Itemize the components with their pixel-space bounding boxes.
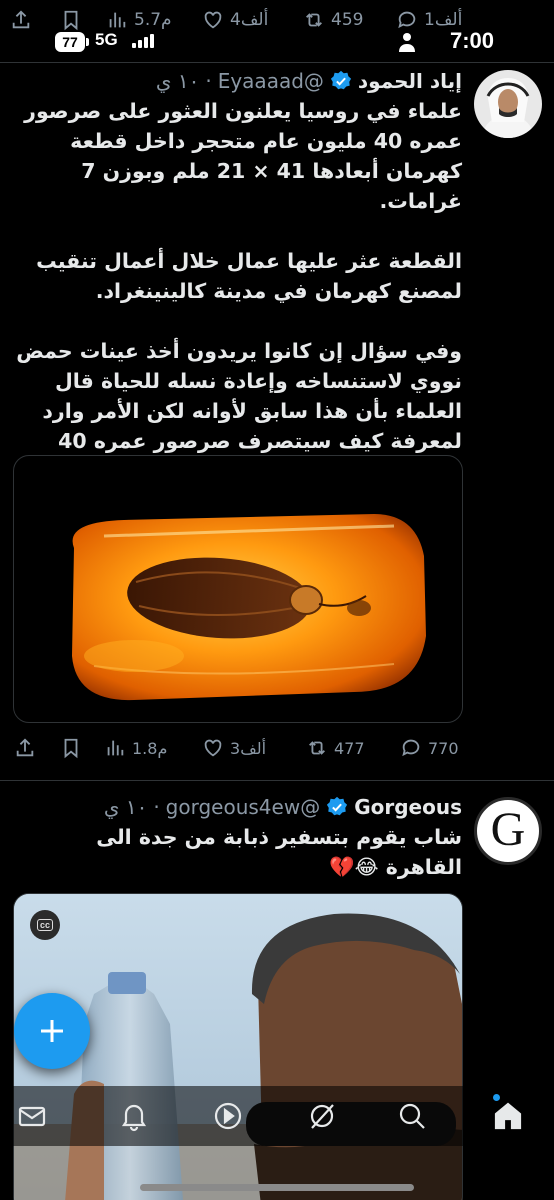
bottom-navigation: [0, 1086, 554, 1146]
plus-icon: [41, 1020, 63, 1042]
bell-icon: [121, 1104, 147, 1132]
verified-icon: [327, 796, 348, 816]
reply-count: 1ألف: [424, 10, 463, 30]
tweet-paragraph: علماء في روسيا يعلنون العثور على صرصور ع…: [24, 99, 462, 213]
nav-messages[interactable]: [16, 1100, 48, 1132]
verified-icon: [330, 70, 351, 90]
search-icon: [399, 1103, 425, 1129]
cc-label: cc: [36, 919, 53, 931]
signal-icon: [132, 34, 154, 48]
clock: 7:00: [449, 28, 494, 53]
home-indicator: [140, 1184, 414, 1191]
like-button[interactable]: 3ألف: [202, 730, 266, 766]
closed-captions-badge[interactable]: cc: [30, 910, 60, 940]
share-button[interactable]: [14, 730, 36, 766]
repost-icon: [309, 741, 325, 755]
author-handle[interactable]: @Eyaaaad: [218, 69, 324, 93]
timestamp[interactable]: ١٠ ي: [104, 795, 148, 819]
bookmark-button[interactable]: [60, 730, 82, 766]
tweet-paragraph: شاب يقوم بتسفير ذبابة من جدة الى القاهرة…: [96, 825, 462, 879]
divider: [0, 780, 554, 781]
tweet-actions: 1.8م 3ألف 477 770: [0, 730, 554, 766]
repost-button[interactable]: 477: [306, 730, 365, 766]
repost-count: 477: [334, 738, 365, 758]
avatar-image: [474, 70, 542, 138]
tweet-header: إياد الحمود @Eyaaaad · ١٠ ي: [155, 69, 462, 93]
like-count: 4ألف: [230, 10, 269, 30]
battery-indicator: 77: [55, 32, 89, 52]
views-count: 5.7م: [134, 10, 172, 30]
divider: [0, 62, 554, 63]
bookmark-icon: [64, 738, 78, 759]
like-count: 3ألف: [230, 738, 267, 758]
status-bar: 77 5G 7:00: [0, 28, 554, 56]
amber-image: [72, 514, 426, 701]
grok-icon: [310, 1104, 334, 1129]
compose-button[interactable]: [14, 993, 90, 1069]
network-label: 5G: [95, 30, 118, 49]
share-icon: [16, 738, 34, 757]
play-icon: [214, 1102, 242, 1130]
author-name[interactable]: إياد الحمود: [358, 69, 462, 93]
views-button[interactable]: 1.8م: [104, 730, 167, 766]
nav-video[interactable]: [212, 1100, 244, 1132]
avatar[interactable]: G: [474, 797, 542, 865]
tweet-image[interactable]: [13, 455, 463, 723]
author-name[interactable]: Gorgeous: [354, 795, 462, 819]
avatar[interactable]: [474, 70, 542, 138]
nav-search[interactable]: [396, 1100, 428, 1132]
nav-notifications[interactable]: [118, 1100, 150, 1132]
like-icon: [204, 739, 222, 757]
reply-button[interactable]: 770: [400, 730, 459, 766]
tweet-text: شاب يقوم بتسفير ذبابة من جدة الى القاهرة…: [14, 822, 462, 882]
author-handle[interactable]: @gorgeous4ew: [166, 795, 321, 819]
timestamp[interactable]: ١٠ ي: [156, 69, 200, 93]
unread-dot: [493, 1094, 500, 1101]
tweet-header: Gorgeous @gorgeous4ew · ١٠ ي: [103, 795, 462, 819]
nav-home[interactable]: [492, 1094, 524, 1132]
repost-count: 459: [331, 10, 364, 30]
avatar-letter: G: [490, 803, 526, 856]
reply-icon: [402, 739, 420, 757]
views-icon: [107, 740, 124, 756]
views-count: 1.8م: [132, 738, 168, 758]
person-icon: [399, 33, 415, 52]
home-icon: [494, 1102, 522, 1130]
nav-grok[interactable]: [306, 1100, 338, 1132]
tweet-paragraph: القطعة عثر عليها عمال خلال أعمال تنقيب ل…: [36, 249, 462, 303]
tweet-text: علماء في روسيا يعلنون العثور على صرصور ع…: [14, 96, 462, 486]
reply-count: 770: [428, 738, 459, 758]
mail-icon: [18, 1106, 46, 1127]
